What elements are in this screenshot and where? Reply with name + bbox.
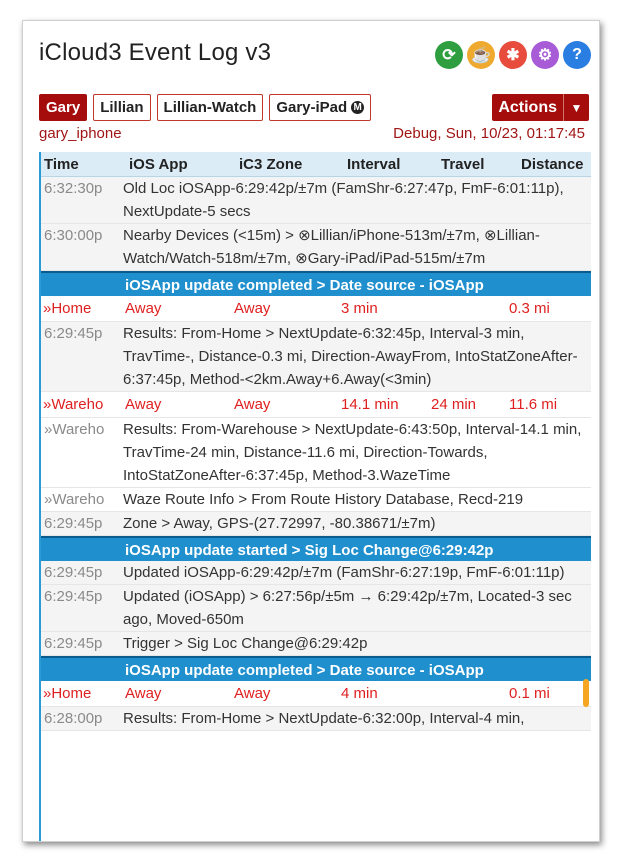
column-header: iC3 Zone (239, 155, 303, 173)
scrollbar-thumb[interactable] (583, 679, 589, 707)
log-time: »Wareho (44, 491, 105, 508)
log-message: Results: From-Home > NextUpdate-6:32:00p… (123, 710, 525, 727)
log-status-cell: Away (125, 300, 162, 317)
header-icon-bar: ⟳ ☕ ✱ ⚙? (435, 41, 591, 69)
log-time: 6:29:45p (44, 588, 103, 605)
log-status-cell: 3 min (341, 300, 378, 317)
log-status-row: »Wareho Away Away 14.1 min 24 min 11.6 mi (41, 392, 591, 418)
log-status-cell: »Home (43, 300, 92, 317)
device-button-label: Gary (46, 99, 81, 116)
coffee-icon[interactable]: ☕ (467, 41, 495, 69)
event-log[interactable]: Time iOS App iC3 Zone Interval Travel Distanc… (39, 152, 591, 841)
actions-button[interactable]: Actions ▼ (492, 94, 589, 121)
chevron-down-icon[interactable]: ▼ (563, 94, 589, 121)
log-message: Zone > Away, GPS-(27.72997, -80.38671/±7… (123, 515, 436, 532)
log-status-cell: 11.6 mi (509, 396, 558, 413)
page-title: iCloud3 Event Log v3 (39, 39, 272, 66)
log-status-row: »Home Away Away 3 min 0.3 mi (41, 296, 591, 322)
log-row: 6:29:45p Updated iOSApp-6:29:42p/±7m (Fam… (41, 561, 591, 585)
gear-icon[interactable]: ⚙ (531, 41, 559, 69)
log-message: Trigger > Sig Loc Change@6:29:42p (123, 635, 368, 652)
log-status-cell: 4 min (341, 685, 378, 702)
log-row: 6:29:45p Zone > Away, GPS-(27.72997, -80.… (41, 512, 591, 536)
log-time: »Wareho (44, 421, 105, 438)
device-button-label: Gary-iPad (276, 99, 348, 116)
log-status-row: »Home Away Away 4 min 0.1 mi (41, 681, 591, 707)
monitor-badge-icon: M (351, 101, 365, 114)
log-status-cell: Away (234, 396, 271, 413)
device-button-lillian-watch[interactable]: Lillian-Watch (156, 94, 264, 121)
column-header: Distance (521, 155, 584, 173)
device-filter-bar: Gary Lillian Lillian-Watch Gary-iPad M (39, 94, 372, 121)
log-status-cell: 24 min (431, 396, 477, 413)
log-status-cell: Away (125, 685, 162, 702)
log-row: »Wareho Results: From-Warehouse > NextUpd… (41, 418, 591, 488)
log-time: 6:30:00p (44, 227, 103, 244)
log-status-cell: Away (125, 396, 162, 413)
log-status-cell: 0.1 mi (509, 685, 550, 702)
log-message: Old Loc iOSApp-6:29:42p/±7m (FamShr-6:27… (123, 180, 564, 220)
device-button-lillian[interactable]: Lillian (93, 94, 151, 121)
device-button-gary[interactable]: Gary (39, 94, 88, 121)
log-row: 6:32:30p Old Loc iOSApp-6:29:42p/±7m (Fam… (41, 177, 591, 224)
column-header: Travel (441, 155, 485, 173)
bug-icon[interactable]: ✱ (499, 41, 527, 69)
log-row: 6:29:45p Trigger > Sig Loc Change@6:29:42… (41, 632, 591, 656)
log-status-cell: »Wareho (43, 396, 104, 413)
device-button-label: Lillian-Watch (163, 99, 257, 116)
log-time: 6:29:45p (44, 515, 103, 532)
log-status-cell: 0.3 mi (509, 300, 550, 317)
log-time: 6:28:00p (44, 710, 103, 727)
log-row: 6:29:45p Results: From-Home > NextUpdate-… (41, 322, 591, 392)
log-status-cell: »Home (43, 685, 92, 702)
log-banner: iOSApp update started > Sig Loc Change@6… (41, 536, 591, 561)
actions-label: Actions (498, 98, 557, 116)
column-header-row: Time iOS App iC3 Zone Interval Travel Distanc… (41, 152, 591, 177)
log-message: Updated (iOSApp) > 6:27:56p/±5m → 6:29:4… (123, 588, 572, 628)
log-message: Updated iOSApp-6:29:42p/±7m (FamShr-6:27… (123, 564, 565, 581)
log-status-cell: Away (234, 685, 271, 702)
log-time: 6:29:45p (44, 564, 103, 581)
log-row: 6:30:00p Nearby Devices (<15m) > ⊗Lillian… (41, 224, 591, 271)
log-status-cell: 14.1 min (341, 396, 399, 413)
device-button-gary-ipad[interactable]: Gary-iPad M (269, 94, 372, 121)
refresh-icon[interactable]: ⟳ (435, 41, 463, 69)
log-time: 6:29:45p (44, 635, 103, 652)
event-log-card: iCloud3 Event Log v3 ⟳ ☕ ✱ ⚙? Gary Lillian Li… (22, 20, 600, 842)
log-banner: iOSApp update completed > Date source - … (41, 271, 591, 296)
device-button-label: Lillian (100, 99, 144, 116)
log-message: Waze Route Info > From Route History Dat… (123, 491, 524, 508)
log-status-cell: Away (234, 300, 271, 317)
device-name: gary_iphone (39, 125, 122, 142)
column-header: Time (44, 155, 79, 173)
log-row: 6:29:45p Updated (iOSApp) > 6:27:56p/±5m … (41, 585, 591, 632)
column-header: iOS App (129, 155, 188, 173)
log-row: »Wareho Waze Route Info > From Route Hist… (41, 488, 591, 512)
column-header: Interval (347, 155, 401, 173)
log-message: Nearby Devices (<15m) > ⊗Lillian/iPhone-… (123, 227, 540, 267)
log-time: 6:32:30p (44, 180, 103, 197)
help-icon[interactable]: ? (563, 41, 591, 69)
log-time: 6:29:45p (44, 325, 103, 342)
debug-status: Debug, Sun, 10/23, 01:17:45 (393, 125, 585, 142)
log-message: Results: From-Home > NextUpdate-6:32:45p… (123, 325, 578, 388)
log-banner: iOSApp update completed > Date source - … (41, 656, 591, 681)
log-message: Results: From-Warehouse > NextUpdate-6:4… (123, 421, 582, 484)
log-row: 6:28:00p Results: From-Home > NextUpdate-… (41, 707, 591, 731)
